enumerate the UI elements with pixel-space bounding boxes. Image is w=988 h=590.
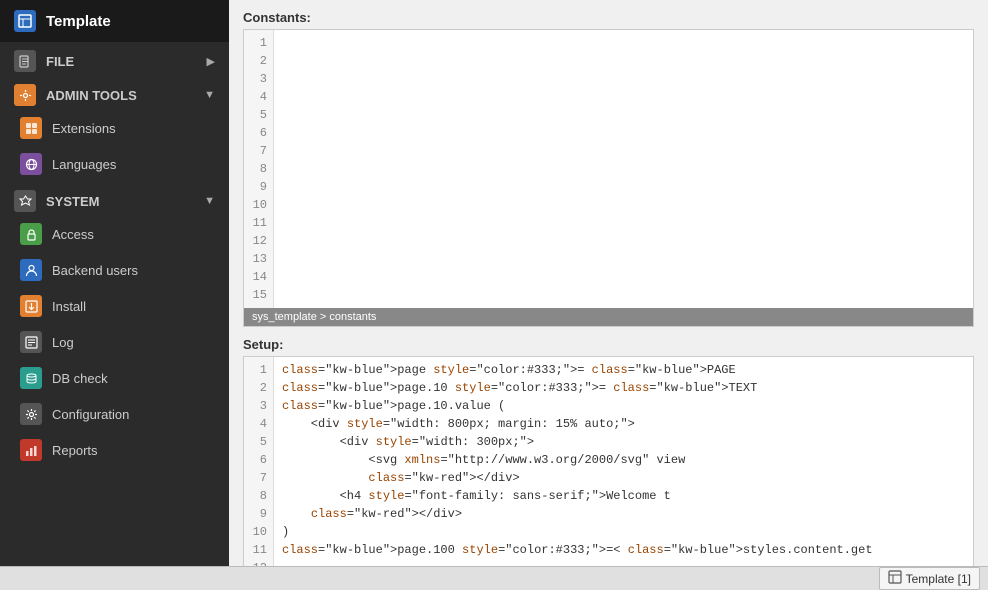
system-icon [14,190,36,212]
file-icon [14,50,36,72]
configuration-icon [20,403,42,425]
install-label: Install [52,299,86,314]
sidebar-item-log[interactable]: Log [0,324,229,360]
access-label: Access [52,227,94,242]
languages-label: Languages [52,157,116,172]
backend-users-label: Backend users [52,263,138,278]
extensions-icon [20,117,42,139]
configuration-label: Configuration [52,407,129,422]
setup-title: Setup: [243,337,974,352]
db-check-label: DB check [52,371,108,386]
access-icon [20,223,42,245]
constants-line-numbers: 12345 678910 1112131415 [244,30,274,308]
sidebar-section-header-file[interactable]: FILE ▶ [0,42,229,76]
extensions-label: Extensions [52,121,116,136]
system-label: SYSTEM [46,194,194,209]
sidebar-header[interactable]: Template [0,0,229,42]
sidebar-header-label: Template [46,13,111,30]
sidebar-section-header-admin-tools[interactable]: ADMIN TOOLS ▼ [0,76,229,110]
sidebar-item-reports[interactable]: Reports [0,432,229,468]
setup-line-numbers: 123456789101112131415 [244,357,274,590]
sidebar-section-file: FILE ▶ [0,42,229,76]
sidebar-section-header-system[interactable]: SYSTEM ▼ [0,182,229,216]
constants-section: Constants: 12345 678910 1112131415 sys_t… [243,10,974,327]
footer-template-label: Template [1] [906,572,971,586]
setup-code-block: 123456789101112131415 class="kw-blue">pa… [243,356,974,590]
sidebar-item-configuration[interactable]: Configuration [0,396,229,432]
sidebar-item-extensions[interactable]: Extensions [0,110,229,146]
setup-code-content[interactable]: class="kw-blue">page style="color:#333;"… [274,357,973,590]
sidebar-section-admin-tools: ADMIN TOOLS ▼ Extensions [0,76,229,182]
main-content: Constants: 12345 678910 1112131415 sys_t… [229,0,988,590]
file-section-label: FILE [46,54,197,69]
db-check-icon [20,367,42,389]
admin-tools-label: ADMIN TOOLS [46,88,194,103]
install-icon [20,295,42,317]
sidebar: Template FILE ▶ [0,0,229,590]
constants-footer: sys_template > constants [244,308,973,326]
sidebar-item-install[interactable]: Install [0,288,229,324]
footer-template-button[interactable]: Template [1] [879,567,980,590]
footer-bar: Template [1] [0,566,988,590]
reports-label: Reports [52,443,98,458]
constants-code-area: 12345 678910 1112131415 [244,30,973,308]
sidebar-item-db-check[interactable]: DB check [0,360,229,396]
sidebar-item-languages[interactable]: Languages [0,146,229,182]
admin-tools-arrow-icon: ▼ [204,89,215,101]
sidebar-section-system: SYSTEM ▼ Access Backend users [0,182,229,468]
log-label: Log [52,335,74,350]
reports-icon [20,439,42,461]
admin-tools-icon [14,84,36,106]
constants-code-block: 12345 678910 1112131415 sys_template > c… [243,29,974,327]
file-arrow-icon: ▶ [207,55,215,68]
sidebar-item-access[interactable]: Access [0,216,229,252]
constants-code-content[interactable] [274,30,973,308]
system-arrow-icon: ▼ [204,195,215,207]
backend-users-icon [20,259,42,281]
languages-icon [20,153,42,175]
constants-title: Constants: [243,10,974,25]
footer-template-icon [888,570,902,587]
setup-section: Setup: 123456789101112131415 class="kw-b… [243,337,974,590]
sidebar-item-backend-users[interactable]: Backend users [0,252,229,288]
template-icon [14,10,36,32]
setup-code-area: 123456789101112131415 class="kw-blue">pa… [244,357,973,590]
log-icon [20,331,42,353]
